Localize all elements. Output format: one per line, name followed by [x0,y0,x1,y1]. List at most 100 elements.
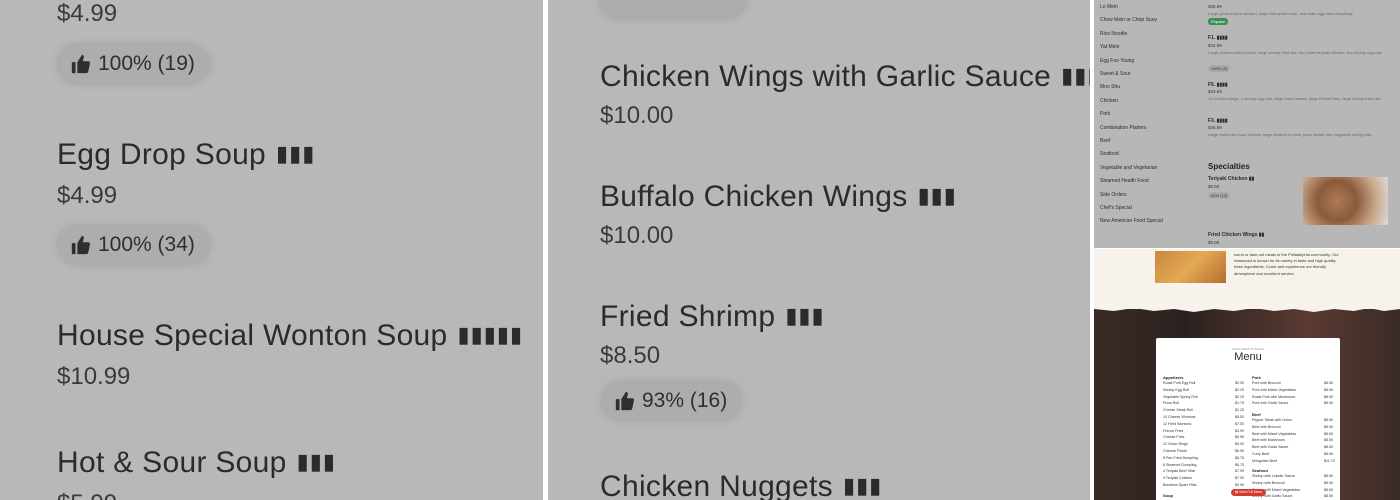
menu-row-name: French Fries [1163,428,1184,433]
menu-row-price: $9.99 [1235,483,1244,487]
menu-item-name[interactable]: Fried Chicken Wings ▮▮ [1208,232,1264,238]
sidebar-category[interactable]: Seafood [1100,151,1119,157]
rating-badge[interactable]: 100% (19) [58,45,209,83]
menu-row-price: $6.50 [1235,415,1244,419]
item-description: Large sweet and sour chicken, large chic… [1208,132,1372,137]
menu-row-price: $8.50 [1324,438,1333,443]
menu-row-price: $2.25 [1235,408,1244,413]
item-name-text: Hot & Sour Soup [57,446,287,479]
item-price: $9.99 [1208,240,1220,245]
sidebar-category[interactable]: Combination Platters [1100,125,1146,131]
menu-row-price: $2.00 [1235,381,1244,385]
menu-row: Pork with Broccoli $8.50 [1252,381,1333,385]
desktop-menu-page: Lo Mein Chow Mein or Chop Suey Rice Noodle… [1094,0,1400,248]
item-description: 10 chicken wings, 4 shrimp egg rolls, la… [1208,96,1381,101]
rating-badge[interactable]: 100% (34) [58,226,209,264]
menu-row-price: $2.25 [1235,387,1244,392]
menu-section-seafood: Seafood [1252,468,1268,473]
menu-item-name[interactable]: Hot & Sour Soup ▮▮▮ [57,446,336,480]
menu-item-name[interactable]: F1. ▮▮▮▮ [1208,35,1228,41]
menu-row: 12 Onion Rings $5.00 [1163,442,1244,446]
rating-badge[interactable]: 100% (5) [1208,65,1231,72]
menu-row-price: $8.50 [1324,487,1333,492]
menu-row-price: $8.50 [1324,381,1333,385]
menu-item-name[interactable]: House Special Wonton Soup ▮▮▮▮▮ [57,319,523,353]
menu-item-name[interactable]: F3. ▮▮▮▮ [1208,118,1228,124]
menu-row-price: $11.70 [1324,458,1335,463]
menu-row: Curry Beef $8.50 [1252,452,1333,456]
sidebar-category[interactable]: New American Food Special [1100,218,1163,224]
menu-row-price: $5.00 [1235,442,1244,447]
menu-row-name: 4 Teriyaki Chicken [1163,476,1193,481]
menu-row-name: 12 Fried Wontons [1163,421,1192,426]
item-price: $10.99 [57,363,131,390]
section-heading-specialties: Specialties [1208,162,1250,171]
sidebar-category[interactable]: Beef [1100,138,1110,144]
sidebar-category[interactable]: Vegetable and Vegetarian [1100,165,1157,171]
sidebar-category[interactable]: Side Orders [1100,192,1127,198]
menu-section-pork: Pork [1252,375,1261,380]
sidebar-category[interactable]: Sweet & Sour [1100,71,1131,77]
menu-row-price: $8.50 [1324,401,1333,406]
sidebar-category[interactable]: Steamed Health Food [1100,178,1149,184]
thumbs-up-icon [71,54,91,74]
sidebar-category[interactable]: Yat Mein [1100,44,1119,50]
torn-edge-divider [1094,305,1400,312]
sidebar-category[interactable]: Lo Mein [1100,4,1118,10]
view-full-menu-button[interactable]: ▤ View Full Menu [1231,489,1267,496]
menu-row: French Fries $3.99 [1163,428,1244,433]
menu-row: Shrimp Egg Roll $2.25 [1163,388,1244,392]
menu-row-name: Chinese Pickle [1163,449,1187,453]
menu-row-name: Pork with Mixed Vegetables [1252,387,1297,392]
item-price: $4.99 [57,0,118,27]
menu-item-name[interactable]: F5. ▮▮▮▮ [1208,82,1228,88]
menu-row-name: 8 Steamed Dumpling [1163,462,1197,467]
zoomed-menu-panel-soups: $4.99 100% (19) Egg Drop Soup ▮▮▮ $4.99 1… [0,0,543,500]
zoomed-menu-panel-appetizers: Chicken Wings with Garlic Sauce ▮▮▮▮ $10.… [548,0,1090,500]
sidebar-category[interactable]: Moo Shu [1100,84,1120,90]
menu-row-price: $8.50 [1324,387,1333,392]
item-price: $8.50 [1208,184,1220,189]
menu-row-name: Curry Beef [1252,452,1270,456]
teriyaki-chicken-photo[interactable] [1303,177,1388,225]
menu-row: Pork with Mixed Vegetables $8.50 [1252,387,1333,392]
menu-row-price: $7.50 [1235,476,1244,481]
menu-row-name: Beef with Broccoli [1252,424,1281,429]
menu-row-name: Beef with Garlic Sauce [1252,445,1289,450]
sidebar-category[interactable]: Rice Noodle [1100,31,1127,37]
menu-item-name[interactable]: Fried Shrimp ▮▮▮ [600,300,825,334]
menu-row-name: Pork with Broccoli [1252,381,1281,385]
menu-item-name[interactable]: Chicken Nuggets ▮▮▮ [600,470,882,500]
menu-row-price: $8.50 [1324,480,1333,485]
rating-badge[interactable]: 62% (13) [1208,192,1231,199]
menu-row-name: Cheese Steak Roll [1163,408,1193,413]
redacted-chinese-name: ▮▮▮ [785,303,825,328]
menu-row: Roast Pork Egg Roll $2.00 [1163,381,1244,385]
rating-badge[interactable] [600,0,746,18]
menu-row: Mongolian Beef $11.70 [1252,459,1335,463]
rating-text: 93% (16) [642,389,728,412]
menu-row: Vegetable Spring Roll $2.25 [1163,395,1244,399]
menu-row-name: Beef with Mushroom [1252,438,1285,443]
sidebar-category[interactable]: Chicken [1100,98,1118,104]
menu-item-name[interactable]: Buffalo Chicken Wings ▮▮▮ [600,180,957,214]
menu-row-price: $8.50 [1324,445,1333,450]
menu-row: 12 Fried Wontons $7.50 [1163,421,1244,426]
sidebar-category[interactable]: Pork [1100,111,1110,117]
rating-badge[interactable]: 93% (16) [602,382,742,420]
sidebar-category[interactable]: Chow Mein or Chop Suey [1100,17,1157,23]
menu-item-name[interactable]: Teriyaki Chicken ▮▮ [1208,176,1254,182]
menu-row-price: $8.50 [1324,418,1333,422]
menu-item-name[interactable]: Egg Drop Soup ▮▮▮ [57,138,315,172]
menu-row: Cheese Steak Roll $2.25 [1163,408,1244,413]
menu-row: Beef with Garlic Sauce $8.50 [1252,445,1333,450]
sidebar-category[interactable]: Chef's Special [1100,205,1132,211]
redacted-chinese-name: ▮▮▮ [296,449,336,474]
sidebar-category[interactable]: Egg Foo Young [1100,58,1134,64]
menu-item-name[interactable]: Chicken Wings with Garlic Sauce ▮▮▮▮ [600,60,1090,94]
thumbs-up-icon [71,235,91,255]
menu-row-price: $6.95 [1235,449,1244,453]
redacted-chinese-name: ▮▮▮ [842,473,883,498]
menu-row-price: $8.50 [1324,452,1333,456]
menu-title: Menu [1234,351,1262,363]
